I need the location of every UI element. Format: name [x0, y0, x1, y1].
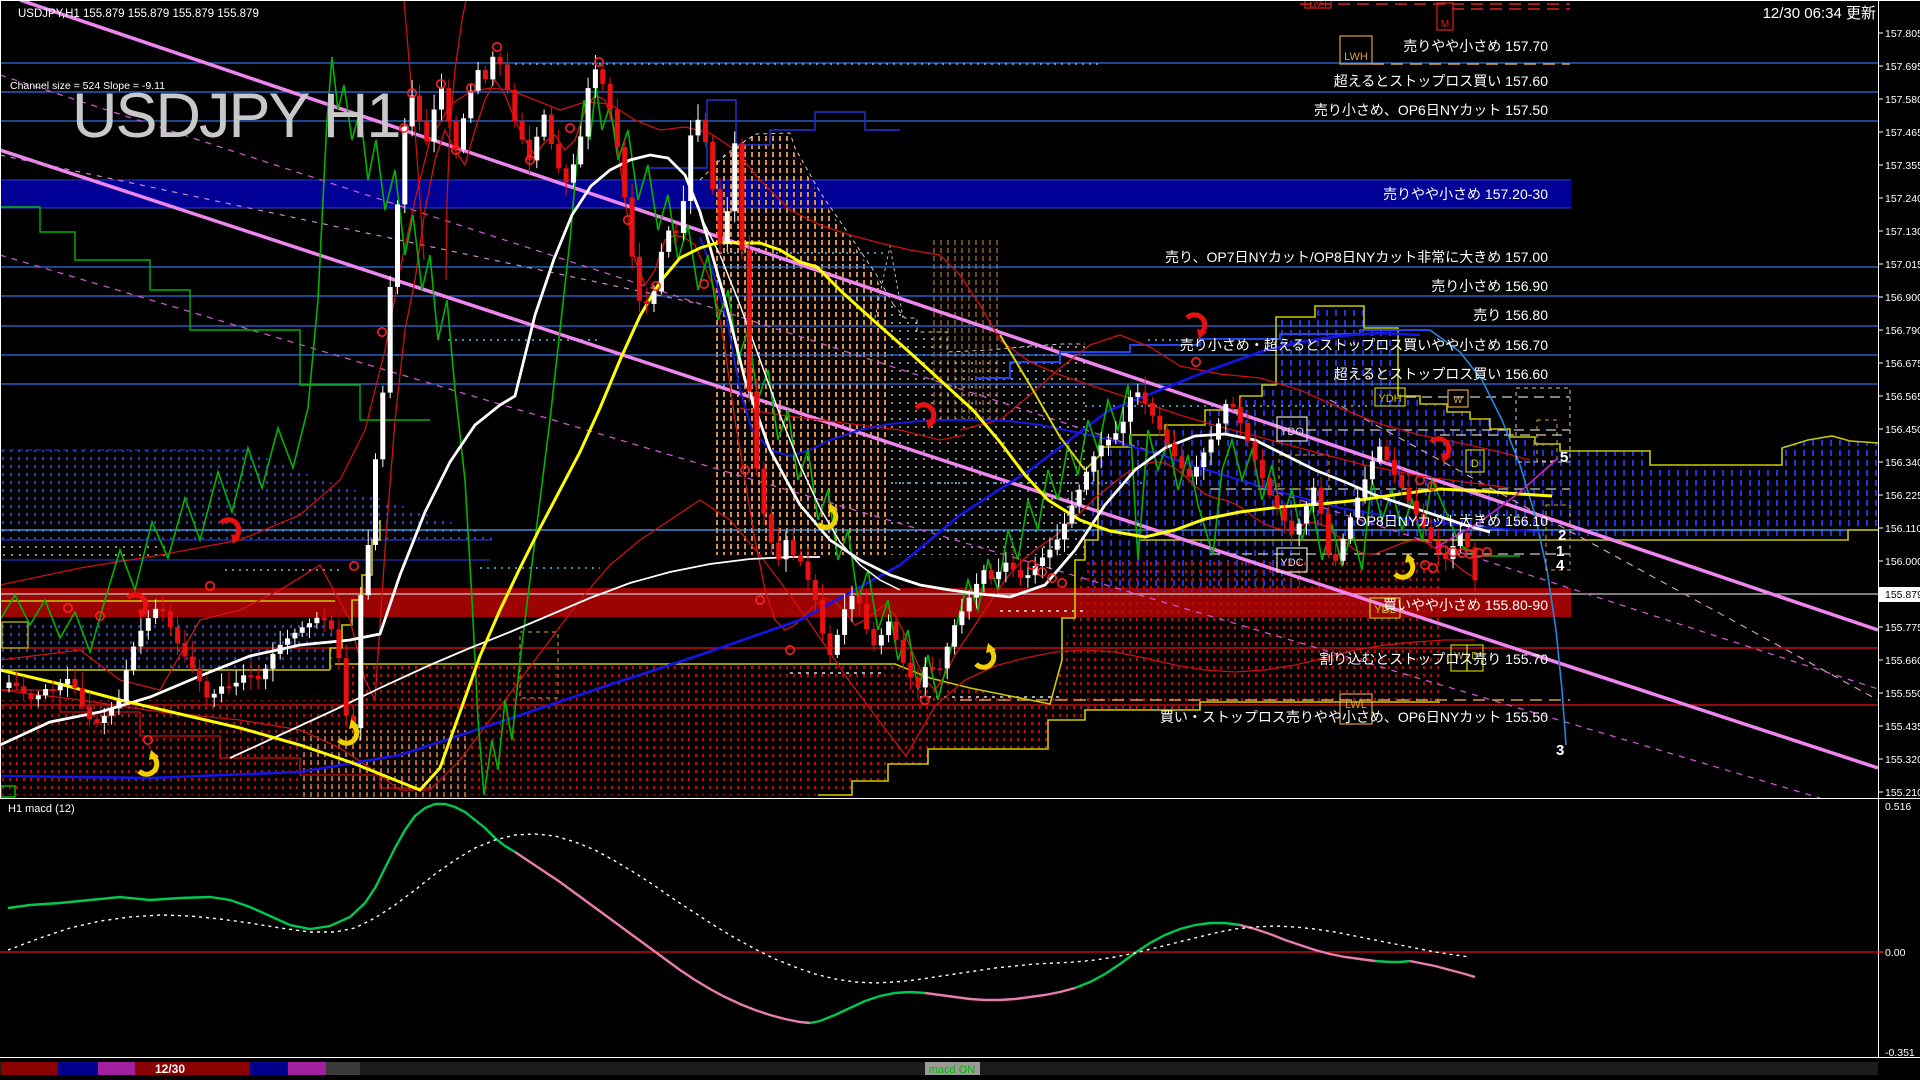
svg-text:155.435: 155.435: [1885, 721, 1920, 733]
svg-text:0.00: 0.00: [1885, 947, 1906, 959]
svg-text:156.340: 156.340: [1885, 457, 1920, 469]
svg-text:OP8日NYカット大きめ 156.10: OP8日NYカット大きめ 156.10: [1356, 513, 1548, 529]
svg-text:12/30: 12/30: [155, 1062, 185, 1076]
svg-text:155.775: 155.775: [1885, 622, 1920, 634]
svg-text:買い・ストップロス売りやや小さめ、OP6日NYカット 155: 買い・ストップロス売りやや小さめ、OP6日NYカット 155.50: [1160, 709, 1548, 725]
svg-text:LWH: LWH: [1309, 0, 1326, 9]
svg-text:4: 4: [1556, 557, 1565, 574]
svg-text:M: M: [1441, 19, 1449, 30]
svg-text:買いやや小さめ 155.80-90: 買いやや小さめ 155.80-90: [1383, 597, 1548, 613]
svg-text:売りやや小さめ 157.20-30: 売りやや小さめ 157.20-30: [1383, 186, 1548, 202]
svg-text:156.900: 156.900: [1885, 292, 1920, 304]
svg-text:超えるとストップロス買い 157.60: 超えるとストップロス買い 157.60: [1334, 73, 1549, 89]
svg-text:LWH: LWH: [1344, 51, 1368, 63]
svg-text:157.805: 157.805: [1885, 28, 1920, 40]
svg-text:157.015: 157.015: [1885, 259, 1920, 271]
svg-text:売り 156.80: 売り 156.80: [1473, 307, 1548, 323]
svg-text:156.110: 156.110: [1885, 523, 1920, 535]
svg-text:YDC: YDC: [1280, 557, 1303, 569]
svg-text:-0.351: -0.351: [1885, 1047, 1915, 1059]
svg-text:157.240: 157.240: [1885, 193, 1920, 205]
svg-text:155.320: 155.320: [1885, 754, 1920, 766]
svg-text:155.210: 155.210: [1885, 787, 1920, 799]
svg-text:156.000: 156.000: [1885, 556, 1920, 568]
svg-text:155.660: 155.660: [1885, 655, 1920, 667]
svg-text:macd ON: macd ON: [929, 1064, 976, 1076]
svg-text:0.516: 0.516: [1885, 801, 1911, 813]
svg-text:超えるとストップロス買い 156.60: 超えるとストップロス買い 156.60: [1334, 366, 1549, 382]
svg-text:156.675: 156.675: [1885, 358, 1920, 370]
svg-text:156.450: 156.450: [1885, 424, 1920, 436]
svg-text:H1 macd (12): H1 macd (12): [8, 803, 75, 815]
svg-text:157.695: 157.695: [1885, 61, 1920, 73]
svg-text:157.465: 157.465: [1885, 127, 1920, 139]
svg-text:W: W: [1453, 395, 1463, 406]
svg-text:157.130: 157.130: [1885, 226, 1920, 238]
svg-text:157.580: 157.580: [1885, 94, 1920, 106]
svg-text:割り込むとストップロス売り 155.70: 割り込むとストップロス売り 155.70: [1319, 651, 1548, 667]
svg-text:155.879: 155.879: [1885, 589, 1920, 601]
svg-text:155.550: 155.550: [1885, 688, 1920, 700]
svg-text:5: 5: [1560, 449, 1568, 466]
svg-text:売りやや小さめ 157.70: 売りやや小さめ 157.70: [1403, 38, 1548, 54]
svg-text:YDO: YDO: [1280, 426, 1304, 438]
svg-text:売り、OP7日NYカット/OP8日NYカット非常に大きめ 1: 売り、OP7日NYカット/OP8日NYカット非常に大きめ 157.00: [1165, 249, 1548, 265]
svg-text:売り小さめ、OP6日NYカット 157.50: 売り小さめ、OP6日NYカット 157.50: [1314, 102, 1548, 118]
svg-text:3: 3: [1556, 742, 1564, 759]
svg-text:12/30 06:34 更新: 12/30 06:34 更新: [1763, 5, 1876, 22]
svg-text:2: 2: [1558, 527, 1566, 544]
svg-text:売り小さめ 156.90: 売り小さめ 156.90: [1431, 278, 1548, 294]
svg-text:Channel size = 524 Slope = -9.: Channel size = 524 Slope = -9.11: [10, 80, 165, 92]
svg-text:D: D: [1471, 458, 1479, 470]
svg-text:156.225: 156.225: [1885, 490, 1920, 502]
svg-text:USDJPY,H1 155.879 155.879 155: USDJPY,H1 155.879 155.879 155.879 155.87…: [18, 8, 259, 20]
svg-text:YDH: YDH: [1378, 393, 1401, 405]
svg-text:売り小さめ・超えるとストップロス買いやや小さめ 156.70: 売り小さめ・超えるとストップロス買いやや小さめ 156.70: [1180, 337, 1549, 353]
svg-text:156.790: 156.790: [1885, 325, 1920, 337]
svg-text:157.355: 157.355: [1885, 160, 1920, 172]
svg-text:156.565: 156.565: [1885, 391, 1920, 403]
